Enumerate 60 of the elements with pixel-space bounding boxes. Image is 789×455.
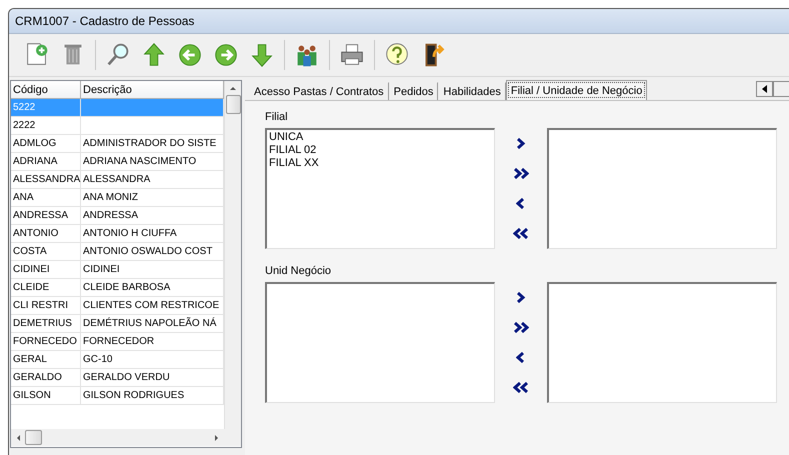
- table-cell[interactable]: ADRIANA: [11, 153, 81, 171]
- table-cell[interactable]: CLEIDE: [11, 279, 81, 297]
- table-cell[interactable]: ANTONIO H CIUFFA: [81, 225, 224, 243]
- list-item[interactable]: FILIAL 02: [269, 144, 492, 157]
- table-cell[interactable]: ANA MONIZ: [81, 189, 224, 207]
- table-cell[interactable]: 2222: [11, 117, 81, 135]
- table-cell[interactable]: CIDINEI: [11, 261, 81, 279]
- chosen-list[interactable]: [547, 282, 777, 403]
- tab-scroll-left-button[interactable]: [756, 81, 773, 97]
- column-header[interactable]: Código: [11, 81, 81, 99]
- table-cell[interactable]: FORNECEDOR: [81, 333, 224, 351]
- table-cell[interactable]: DEMÉTRIUS NAPOLEÃO NÁ: [81, 315, 224, 333]
- table-cell[interactable]: COSTA: [11, 243, 81, 261]
- table-cell[interactable]: ADMLOG: [11, 135, 81, 153]
- table-cell[interactable]: GERAL: [11, 351, 81, 369]
- available-list[interactable]: [265, 282, 495, 403]
- table-cell[interactable]: GILSON: [11, 387, 81, 405]
- table-cell[interactable]: [81, 99, 224, 117]
- window-title: CRM1007 - Cadastro de Pessoas: [15, 14, 194, 28]
- table-cell[interactable]: ADMINISTRADOR DO SISTE: [81, 135, 224, 153]
- table-cell[interactable]: CLIENTES COM RESTRICOE: [81, 297, 224, 315]
- table-cell[interactable]: ANA: [11, 189, 81, 207]
- chevron-right-icon: [516, 136, 526, 150]
- horizontal-scrollbar[interactable]: [11, 429, 224, 446]
- table-cell[interactable]: ANDRESSA: [11, 207, 81, 225]
- table-cell[interactable]: ANTONIO: [11, 225, 81, 243]
- table-cell[interactable]: GERALDO VERDU: [81, 369, 224, 387]
- table-cell[interactable]: ANTONIO OSWALDO COST: [81, 243, 224, 261]
- chevron-left-icon: [516, 351, 526, 364]
- section-label: Unid Negócio: [265, 265, 332, 279]
- table-cell[interactable]: DEMETRIUS: [11, 315, 81, 333]
- chevron-left-icon: [516, 197, 526, 210]
- scroll-thumb[interactable]: [226, 95, 240, 114]
- table-cell[interactable]: CLEIDE BARBOSA: [81, 279, 224, 297]
- available-list[interactable]: UNICA FILIAL 02 FILIAL XX: [265, 128, 495, 249]
- table-cell[interactable]: CLI RESTRI: [11, 297, 81, 315]
- table-cell[interactable]: GILSON RODRIGUES: [81, 387, 224, 405]
- table-cell[interactable]: GERALDO: [11, 369, 81, 387]
- double-chevron-right-icon: [513, 166, 529, 180]
- table-cell[interactable]: ALESSANDRA: [11, 171, 81, 189]
- table-cell[interactable]: [81, 117, 224, 135]
- table-cell[interactable]: GC-10: [81, 351, 224, 369]
- table-cell[interactable]: CIDINEI: [81, 261, 224, 279]
- double-chevron-right-icon: [513, 320, 529, 334]
- chosen-list[interactable]: [547, 128, 777, 249]
- table-cell[interactable]: ALESSANDRA: [81, 171, 224, 189]
- double-chevron-left-icon: [513, 381, 529, 394]
- section-label: Filial: [265, 111, 289, 125]
- table-cell[interactable]: FORNECEDO: [11, 333, 81, 351]
- list-item[interactable]: FILIAL XX: [269, 157, 492, 170]
- list-item[interactable]: UNICA: [269, 131, 492, 144]
- column-header[interactable]: Descrição: [81, 81, 224, 99]
- vertical-scrollbar[interactable]: [224, 81, 241, 429]
- chevron-right-icon: [516, 290, 526, 304]
- scroll-thumb[interactable]: [25, 430, 42, 445]
- tab[interactable]: Filial / Unidade de Negócio: [506, 80, 648, 100]
- double-chevron-left-icon: [513, 227, 529, 240]
- table-cell[interactable]: ADRIANA NASCIMENTO: [81, 153, 224, 171]
- table-cell[interactable]: ANDRESSA: [81, 207, 224, 225]
- caret-icon: [762, 85, 768, 93]
